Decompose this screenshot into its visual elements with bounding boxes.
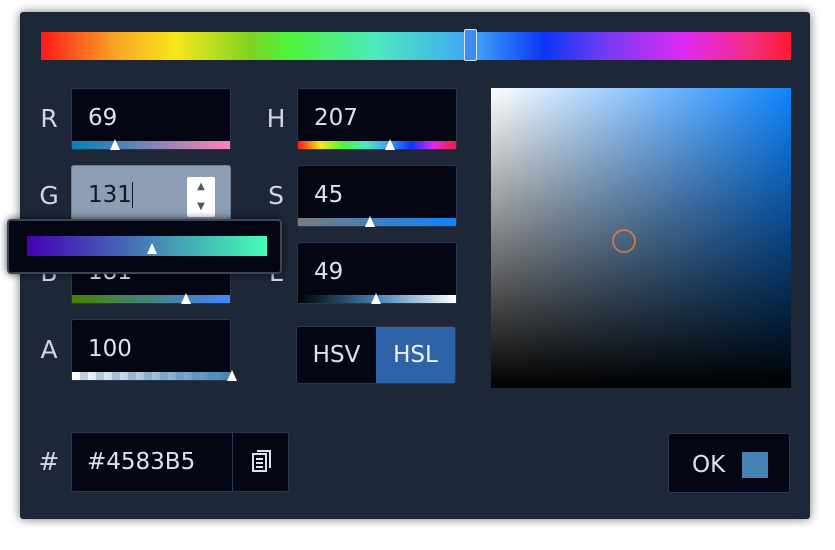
label-g: G xyxy=(39,181,59,210)
r-value: 69 xyxy=(88,105,118,131)
caret-down-icon[interactable]: ▼ xyxy=(187,197,215,217)
l-slider-thumb[interactable] xyxy=(371,293,381,304)
g-slider-popover xyxy=(7,219,282,274)
a-field[interactable]: 100 xyxy=(71,319,237,381)
r-slider-track[interactable] xyxy=(72,141,230,149)
s-field[interactable]: 45 xyxy=(297,165,457,227)
a-slider-track[interactable] xyxy=(72,372,230,380)
a-slider-thumb[interactable] xyxy=(227,370,237,381)
label-r: R xyxy=(40,104,58,133)
text-caret xyxy=(132,182,133,208)
a-value: 100 xyxy=(88,336,132,362)
ok-button-label: OK xyxy=(692,452,726,478)
hue-slider-thumb[interactable] xyxy=(464,29,477,61)
copy-button[interactable] xyxy=(232,432,290,492)
label-hex: # xyxy=(38,447,60,476)
caret-up-icon[interactable]: ▲ xyxy=(187,177,215,197)
r-slider-thumb[interactable] xyxy=(110,139,120,150)
clipboard-copy-icon xyxy=(251,450,271,472)
current-color-swatch xyxy=(742,452,768,478)
sv-picker-cursor[interactable] xyxy=(612,229,636,253)
h-value: 207 xyxy=(314,105,358,131)
label-s: S xyxy=(268,181,284,210)
hex-value: #4583B5 xyxy=(87,449,196,475)
g-spinner[interactable]: ▲ ▼ xyxy=(187,177,215,217)
g-value: 131 xyxy=(88,182,132,208)
hex-input[interactable]: #4583B5 xyxy=(71,432,289,492)
mode-hsv-button[interactable]: HSV xyxy=(297,327,376,383)
color-mode-toggle: HSV HSL xyxy=(296,326,456,384)
label-h: H xyxy=(266,104,286,133)
g-slider-thumb[interactable] xyxy=(147,243,157,254)
hue-slider[interactable] xyxy=(41,32,791,60)
r-field[interactable]: 69 xyxy=(71,88,231,150)
ok-button[interactable]: OK xyxy=(668,433,790,493)
h-field[interactable]: 207 xyxy=(297,88,457,150)
g-field[interactable]: 131 ▲ ▼ xyxy=(71,165,231,227)
s-slider-thumb[interactable] xyxy=(365,216,375,227)
l-field[interactable]: 49 xyxy=(297,242,457,304)
h-slider-track[interactable] xyxy=(298,141,456,149)
b-slider-track[interactable] xyxy=(72,295,230,303)
s-value: 45 xyxy=(314,182,344,208)
h-slider-thumb[interactable] xyxy=(385,139,395,150)
saturation-value-area[interactable] xyxy=(491,88,791,388)
l-value: 49 xyxy=(314,259,344,285)
s-slider-track[interactable] xyxy=(298,218,456,226)
label-a: A xyxy=(40,335,58,364)
b-slider-thumb[interactable] xyxy=(181,293,191,304)
mode-hsl-button[interactable]: HSL xyxy=(376,327,455,383)
